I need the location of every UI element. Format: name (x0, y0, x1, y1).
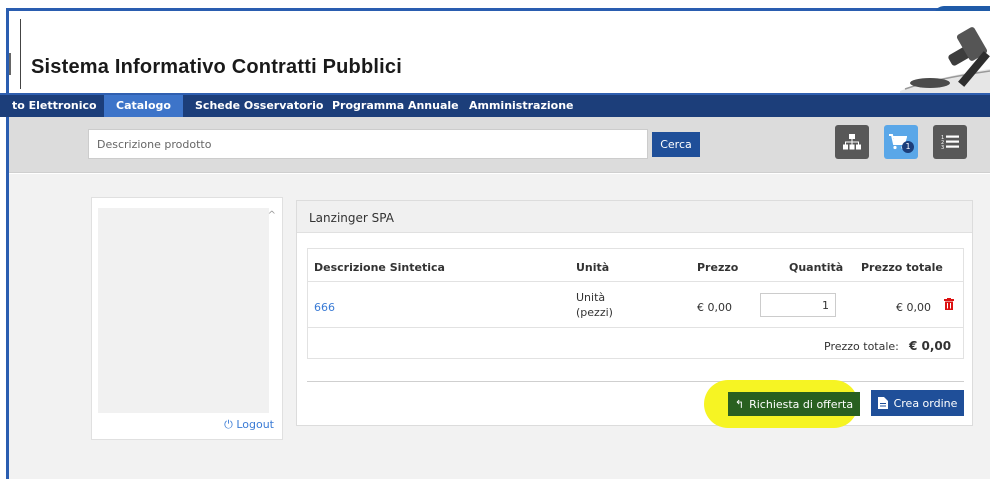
create-order-button[interactable]: Crea ordine (871, 390, 964, 416)
site-title: Sistema Informativo Contratti Pubblici (31, 56, 402, 78)
column-header-total: Prezzo totale (861, 261, 943, 274)
cart-table: Descrizione Sintetica Unità Prezzo Quant… (307, 248, 964, 359)
product-link[interactable]: 666 (314, 301, 335, 314)
cart-total-label: Prezzo totale: (824, 340, 899, 353)
trash-icon[interactable] (944, 298, 954, 310)
unit-price: € 0,00 (697, 301, 732, 314)
main-nav: to Elettronico Catalogo Schede Osservato… (0, 93, 990, 117)
cart-total-value: € 0,00 (909, 339, 952, 353)
chevron-up-icon[interactable]: ^ (268, 210, 276, 221)
actions-divider (307, 381, 964, 382)
cart-panel-header: Lanzinger SPA (297, 201, 972, 233)
unit-line-2: (pezzi) (576, 306, 613, 319)
app-frame: Sistema Informativo Contratti Pubblici t… (0, 0, 990, 479)
cart-button[interactable]: 1 (884, 125, 918, 159)
nav-item-amministrazione[interactable]: Amministrazione (457, 95, 585, 117)
search-bar: Cerca 1 (9, 117, 990, 173)
row-total: € 0,00 (896, 301, 931, 314)
nav-item-schede-osservatorio[interactable]: Schede Osservatorio (183, 95, 335, 117)
header-separator (20, 19, 21, 89)
request-offer-button[interactable]: ↰ Richiesta di offerta (728, 392, 860, 416)
create-order-label: Crea ordine (893, 396, 958, 410)
site-header: Sistema Informativo Contratti Pubblici (9, 11, 990, 93)
category-tree-button[interactable] (835, 125, 869, 159)
sitemap-icon (843, 134, 861, 150)
sidebar-category-list[interactable] (98, 208, 269, 413)
sidebar-panel: ^ ⏻ Logout (91, 197, 283, 440)
quantity-input[interactable] (760, 293, 836, 317)
request-offer-label: Richiesta di offerta (749, 397, 854, 411)
column-header-quantity: Quantità (789, 261, 844, 274)
logout-link[interactable]: ⏻ Logout (224, 418, 274, 432)
nav-item-mercato-elettronico[interactable]: to Elettronico (0, 95, 109, 117)
table-divider (308, 327, 963, 328)
svg-text:3: 3 (941, 145, 944, 150)
column-header-unit: Unità (576, 261, 610, 274)
logout-label: Logout (236, 418, 274, 431)
column-header-price: Prezzo (697, 261, 739, 274)
table-divider (308, 281, 963, 282)
gavel-logo-icon (900, 27, 990, 93)
power-icon: ⏻ (224, 418, 233, 431)
nav-item-catalogo[interactable]: Catalogo (104, 95, 183, 117)
cart-count-badge: 1 (902, 141, 914, 153)
supplier-name: Lanzinger SPA (309, 211, 394, 225)
ordered-list-icon: 1 2 3 (941, 135, 959, 150)
header-divider (9, 53, 11, 75)
order-list-button[interactable]: 1 2 3 (933, 125, 967, 159)
document-icon (877, 397, 888, 409)
column-header-description: Descrizione Sintetica (314, 261, 445, 274)
search-button[interactable]: Cerca (652, 132, 700, 157)
nav-item-programma-annuale[interactable]: Programma Annuale (320, 95, 471, 117)
unit-line-1: Unità (576, 291, 606, 304)
product-search-input[interactable] (88, 129, 648, 159)
reply-arrow-icon: ↰ (734, 397, 745, 411)
